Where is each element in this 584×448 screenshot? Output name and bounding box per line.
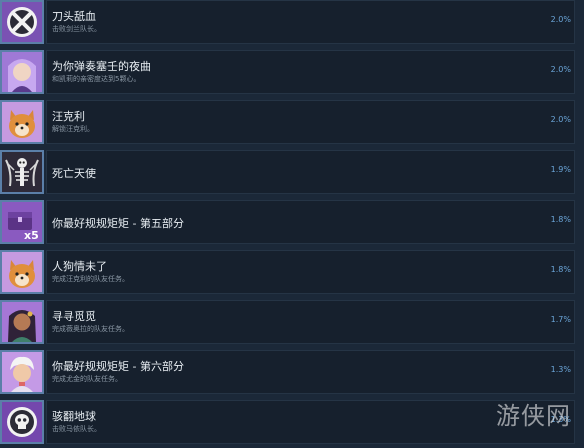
white-hair-man-portrait-icon bbox=[0, 350, 44, 394]
achievement-row[interactable]: 寻寻觅觅 完成薇奥拉的队友任务。 1.7% bbox=[0, 300, 584, 348]
achievement-percent: 1.9% bbox=[550, 165, 571, 174]
achievement-bar bbox=[46, 300, 575, 344]
achievement-row[interactable]: 死亡天使 1.9% bbox=[0, 150, 584, 198]
achievement-desc: 完成尤金的队友任务。 bbox=[52, 375, 122, 383]
achievement-title: 骇翻地球 bbox=[52, 410, 96, 423]
svg-text:x5: x5 bbox=[24, 229, 39, 242]
achievement-title: 人狗情未了 bbox=[52, 260, 107, 273]
crossed-swords-icon bbox=[0, 0, 44, 44]
achievement-desc: 击败剑兰队长。 bbox=[52, 25, 101, 33]
achievement-bar bbox=[46, 150, 575, 194]
achievement-title: 刀头舐血 bbox=[52, 10, 96, 23]
achievement-row[interactable]: x5 你最好规规矩矩 - 第五部分 1.8% bbox=[0, 200, 584, 248]
achievement-bar bbox=[46, 100, 575, 144]
achievement-title: 死亡天使 bbox=[52, 167, 96, 180]
achievement-row[interactable]: 为你弹奏塞壬的夜曲 和凯莉的亲密度达到5颗心。 2.0% bbox=[0, 50, 584, 98]
achievement-percent: 2.0% bbox=[550, 65, 571, 74]
achievement-title: 寻寻觅觅 bbox=[52, 310, 96, 323]
purple-hair-girl-portrait-icon bbox=[0, 50, 44, 94]
achievement-row[interactable]: 刀头舐血 击败剑兰队长。 2.0% bbox=[0, 0, 584, 48]
achievement-title: 为你弹奏塞壬的夜曲 bbox=[52, 60, 151, 73]
achievement-percent: 1.8% bbox=[550, 265, 571, 274]
treasure-chest-x5-icon: x5 bbox=[0, 200, 44, 244]
achievement-title: 你最好规规矩矩 - 第六部分 bbox=[52, 360, 184, 373]
achievement-desc: 完成汪克利的队友任务。 bbox=[52, 275, 129, 283]
achievement-row[interactable]: 人狗情未了 完成汪克利的队友任务。 1.8% bbox=[0, 250, 584, 298]
achievement-desc: 击败马依队长。 bbox=[52, 425, 101, 433]
skeleton-wings-icon bbox=[0, 150, 44, 194]
achievement-percent: 2.0% bbox=[550, 15, 571, 24]
dark-hair-woman-portrait-icon bbox=[0, 300, 44, 344]
achievement-desc: 完成薇奥拉的队友任务。 bbox=[52, 325, 129, 333]
achievement-percent: 1.3% bbox=[550, 365, 571, 374]
watermark: 游侠网 bbox=[496, 402, 571, 430]
shiba-dog-portrait-icon bbox=[0, 100, 44, 144]
achievement-percent: 1.8% bbox=[550, 215, 571, 224]
achievement-percent: 1.7% bbox=[550, 315, 571, 324]
achievement-title: 你最好规规矩矩 - 第五部分 bbox=[52, 217, 184, 230]
achievement-title: 汪克利 bbox=[52, 110, 85, 123]
achievement-bar bbox=[46, 250, 575, 294]
achievement-desc: 和凯莉的亲密度达到5颗心。 bbox=[52, 75, 141, 83]
achievement-percent: 2.0% bbox=[550, 115, 571, 124]
achievement-row[interactable]: 汪克利 解锁汪克利。 2.0% bbox=[0, 100, 584, 148]
achievement-bar bbox=[46, 0, 575, 44]
shiba-dog-portrait-icon bbox=[0, 250, 44, 294]
achievement-row[interactable]: 你最好规规矩矩 - 第六部分 完成尤金的队友任务。 1.3% bbox=[0, 350, 584, 398]
achievement-desc: 解锁汪克利。 bbox=[52, 125, 94, 133]
skull-shield-icon bbox=[0, 400, 44, 444]
